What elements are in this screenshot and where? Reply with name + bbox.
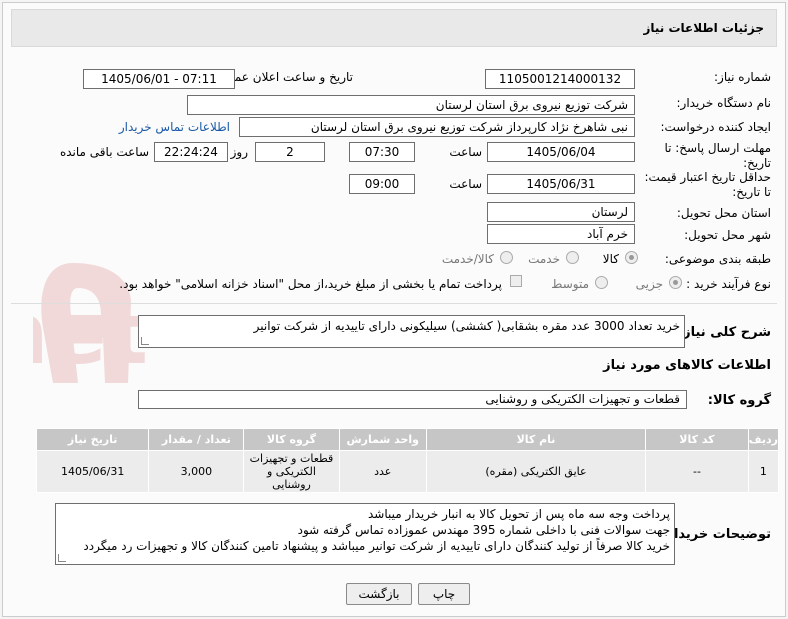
col-item-name: نام کالا (425, 428, 647, 451)
reply-deadline-date: 1405/06/04 (487, 142, 635, 162)
col-unit: واحد شمارش (338, 428, 427, 451)
goods-group-label: گروه کالا: (707, 393, 771, 408)
col-quantity: تعداد / مقدار (148, 428, 245, 451)
price-validity-date: 1405/06/31 (487, 174, 635, 194)
purchase-type-option-medium: متوسط (551, 277, 589, 291)
buyer-notes-line-3: خرید کالا صرفاً از تولید کنندگان دارای ت… (83, 539, 670, 553)
page-title: جزئیات اطلاعات نیاز (643, 21, 764, 35)
category-radio-both[interactable] (500, 251, 513, 264)
table-row: 1 -- عایق الکتریکی (مقره) عدد قطعات و تج… (35, 450, 780, 493)
purchase-type-radio-minor[interactable] (669, 276, 682, 289)
treasury-payment-note: پرداخت تمام یا بخشی از مبلغ خرید،از محل … (119, 277, 502, 291)
cell-unit: عدد (338, 450, 427, 493)
province-field: لرستان (487, 202, 635, 222)
col-item-group: گروه کالا (243, 428, 340, 451)
price-validity-time-label: ساعت (449, 177, 482, 191)
need-number-field: 1105001214000132 (485, 69, 635, 89)
category-option-both: کالا/خدمت (441, 252, 494, 266)
buyer-notes-line-2: جهت سوالات فنی با داخلی شماره 395 مهندس … (297, 523, 670, 537)
page-frame: جزئیات اطلاعات نیاز AriaTender.net شماره… (2, 2, 786, 617)
treasury-payment-checkbox[interactable] (510, 275, 522, 287)
col-need-date: تاریخ نیاز (35, 428, 150, 451)
buyer-notes-field: پرداخت وجه سه ماه پس از تحویل کالا به ان… (55, 503, 675, 565)
buyer-org-field: شرکت توزیع نیروی برق استان لرستان (187, 95, 635, 115)
print-button[interactable]: چاپ (418, 583, 470, 605)
category-label: طبقه بندی موضوعی: (664, 252, 771, 266)
reply-deadline-time: 07:30 (349, 142, 415, 162)
cell-item-name: عایق الکتریکی (مقره) (425, 450, 647, 493)
reply-deadline-time-label: ساعت (449, 145, 482, 159)
announce-datetime-field: 1405/06/01 - 07:11 (83, 69, 235, 89)
need-number-label: شماره نیاز: (714, 70, 771, 84)
city-field: خرم آباد (487, 224, 635, 244)
buyer-notes-line-1: پرداخت وجه سه ماه پس از تحویل کالا به ان… (367, 507, 670, 521)
items-table: ردیف کد کالا نام کالا واحد شمارش گروه کا… (35, 428, 780, 493)
requester-label: ایجاد کننده درخواست: (660, 120, 771, 134)
province-label: استان محل تحویل: (676, 206, 771, 220)
cell-quantity: 3,000 (148, 450, 245, 493)
purchase-type-option-minor: جزیی (635, 277, 663, 291)
price-validity-label: حداقل تاریخ اعتبار قیمت: تا تاریخ: (644, 170, 771, 199)
category-option-service: خدمت (528, 252, 560, 266)
city-label: شهر محل تحویل: (684, 228, 771, 242)
price-validity-time: 09:00 (349, 174, 415, 194)
watermark-text: AriaTender.net (33, 284, 148, 384)
description-field: خرید تعداد 3000 عدد مقره بشقابی( کششی) س… (138, 315, 685, 348)
requester-field: نبی شاهرخ نژاد کارپرداز شرکت توزیع نیروی… (239, 117, 635, 137)
category-radio-goods[interactable] (625, 251, 638, 264)
goods-group-field: قطعات و تجهیزات الکتریکی و روشنایی (138, 390, 687, 409)
description-label: شرح کلی نیاز: (677, 325, 771, 340)
back-button[interactable]: بازگشت (346, 583, 412, 605)
separator (11, 303, 777, 304)
cell-item-code: -- (645, 450, 749, 493)
remaining-time-label: ساعت باقی مانده (59, 145, 149, 159)
category-radio-service[interactable] (566, 251, 579, 264)
buyer-notes-label: توضیحات خریدار: (661, 527, 771, 542)
purchase-type-label: نوع فرآیند خرید : (686, 277, 771, 291)
buyer-org-label: نام دستگاه خریدار: (676, 96, 772, 110)
col-row-number: ردیف (747, 428, 780, 451)
remaining-time-field: 22:24:24 (154, 142, 228, 162)
table-header-row: ردیف کد کالا نام کالا واحد شمارش گروه کا… (35, 428, 780, 451)
goods-section-title: اطلاعات کالاهای مورد نیاز (603, 358, 771, 373)
buyer-contact-link[interactable]: اطلاعات تماس خریدار (119, 120, 230, 134)
reply-deadline-label: مهلت ارسال پاسخ: تا تاریخ: (664, 141, 771, 170)
resize-handle[interactable] (141, 337, 149, 345)
category-option-goods: کالا (602, 252, 619, 266)
cell-item-group: قطعات و تجهیزات الکتریکی و روشنایی (243, 450, 340, 493)
header-bar: جزئیات اطلاعات نیاز (11, 9, 777, 47)
cell-need-date: 1405/06/31 (35, 450, 150, 493)
cell-row-number: 1 (747, 450, 780, 493)
purchase-type-radio-medium[interactable] (595, 276, 608, 289)
description-text: خرید تعداد 3000 عدد مقره بشقابی( کششی) س… (253, 319, 680, 333)
resize-handle[interactable] (58, 554, 66, 562)
col-item-code: کد کالا (645, 428, 749, 451)
reply-deadline-days: 2 (255, 142, 325, 162)
